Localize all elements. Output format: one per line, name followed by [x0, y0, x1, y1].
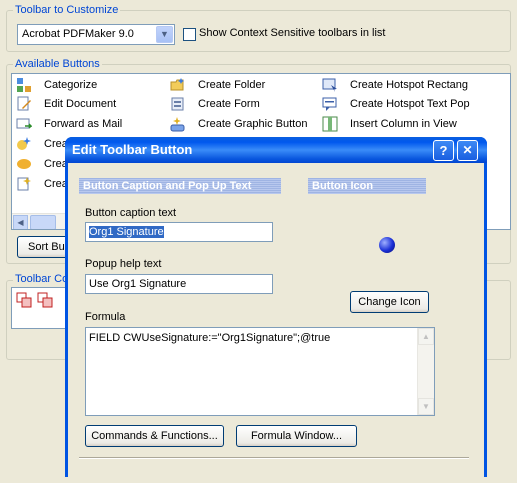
- hotspot-text-popup-icon: [322, 97, 337, 111]
- horizontal-scrollbar[interactable]: ◀: [12, 213, 72, 229]
- signature-icon[interactable]: [37, 292, 53, 308]
- change-icon-button[interactable]: Change Icon: [350, 291, 429, 313]
- dialog-title: Edit Toolbar Button: [72, 142, 193, 157]
- create-shape-icon: [17, 159, 31, 169]
- categorize-icon: [17, 78, 31, 92]
- create-icon: [17, 137, 31, 150]
- popup-input[interactable]: Use Org1 Signature: [85, 274, 273, 294]
- dialog-title-bar[interactable]: Edit Toolbar Button: [65, 137, 487, 163]
- caption-input[interactable]: Org1 Signature: [85, 222, 273, 242]
- formula-label: Formula: [85, 311, 126, 323]
- toolbar-to-customize-title: Toolbar to Customize: [13, 4, 121, 16]
- close-button[interactable]: ✕: [457, 140, 478, 161]
- formula-value: FIELD CWUseSignature:="Org1Signature";@t…: [89, 332, 331, 344]
- create-form-icon: [171, 97, 184, 111]
- insert-column-icon: [322, 116, 338, 132]
- chevron-down-icon[interactable]: ▼: [156, 26, 173, 43]
- popup-label: Popup help text: [85, 258, 162, 270]
- button-icon-preview: [379, 237, 395, 253]
- available-buttons-title: Available Buttons: [13, 58, 102, 70]
- context-sensitive-label: Show Context Sensitive toolbars in list: [199, 27, 386, 39]
- toolbar-contents-list[interactable]: [11, 287, 71, 329]
- scroll-left-icon[interactable]: ◀: [13, 215, 28, 229]
- toolbar-select-value: Acrobat PDFMaker 9.0: [22, 28, 134, 40]
- scroll-thumb[interactable]: [30, 215, 56, 229]
- scroll-up-icon[interactable]: ▲: [418, 328, 434, 345]
- formula-textarea[interactable]: FIELD CWUseSignature:="Org1Signature";@t…: [85, 327, 435, 416]
- icon-section-header: Button Icon: [308, 178, 426, 194]
- divider: [79, 457, 469, 459]
- caption-input-value: Org1 Signature: [89, 226, 164, 238]
- create-graphic-button-icon: [170, 117, 185, 132]
- create-folder-icon: [170, 78, 184, 91]
- edit-document-icon: [17, 96, 31, 111]
- popup-input-value: Use Org1 Signature: [89, 278, 187, 290]
- toolbar-select[interactable]: Acrobat PDFMaker 9.0 ▼: [17, 24, 175, 45]
- create-doc-icon: [17, 177, 31, 191]
- context-sensitive-checkbox[interactable]: [183, 28, 196, 41]
- toolbar-contents-title: Toolbar Co: [13, 273, 71, 285]
- dialog-body: Button Caption and Pop Up Text Button Ic…: [68, 163, 484, 483]
- caption-section-header: Button Caption and Pop Up Text: [79, 178, 281, 194]
- forward-mail-icon: [16, 118, 32, 129]
- help-button[interactable]: ?: [433, 140, 454, 161]
- edit-toolbar-button-dialog: Edit Toolbar Button ? ✕ Button Caption a…: [65, 137, 487, 483]
- formula-scrollbar[interactable]: ▲ ▼: [417, 328, 434, 415]
- caption-label: Button caption text: [85, 207, 177, 219]
- hotspot-rectangle-icon: [322, 78, 337, 92]
- scroll-down-icon[interactable]: ▼: [418, 398, 434, 415]
- formula-window-button[interactable]: Formula Window...: [236, 425, 357, 447]
- signature-icon[interactable]: [16, 292, 32, 308]
- commands-functions-button[interactable]: Commands & Functions...: [85, 425, 224, 447]
